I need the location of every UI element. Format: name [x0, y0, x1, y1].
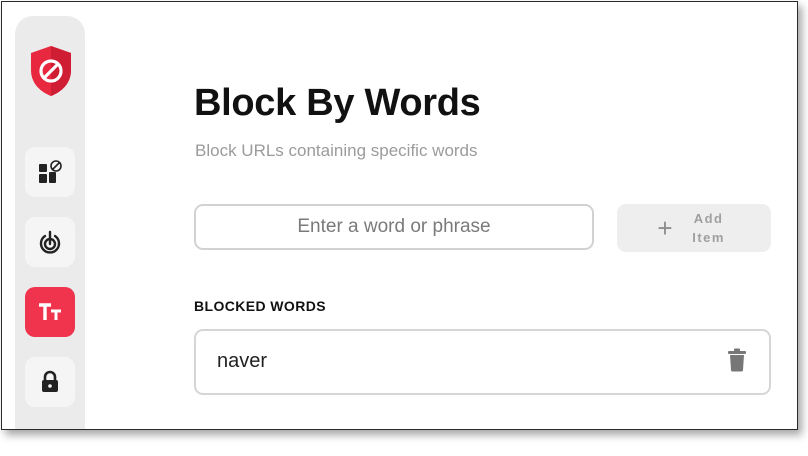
lock-icon — [39, 370, 61, 394]
blocked-words-heading: BLOCKED WORDS — [194, 298, 326, 314]
trash-icon[interactable] — [727, 348, 747, 372]
main-content: Block By Words Block URLs containing spe… — [194, 2, 797, 429]
sidebar-item-password[interactable] — [25, 357, 75, 407]
sidebar-item-block-apps[interactable] — [25, 147, 75, 197]
shield-block-icon — [27, 44, 75, 98]
focus-target-icon — [37, 229, 63, 255]
app-window: Block By Words Block URLs containing spe… — [1, 1, 798, 430]
sidebar-item-block-by-words[interactable] — [25, 287, 75, 337]
page-title: Block By Words — [194, 82, 481, 124]
list-item: naver — [194, 329, 771, 395]
plus-icon: + — [657, 213, 673, 243]
page-subtitle: Block URLs containing specific words — [195, 141, 478, 160]
blocked-word-text: naver — [217, 350, 268, 372]
block-apps-icon — [37, 159, 63, 185]
add-item-label: Add Item — [692, 211, 725, 245]
sidebar — [15, 16, 85, 429]
sidebar-item-focus[interactable] — [25, 217, 75, 267]
text-size-icon — [37, 301, 63, 323]
word-input[interactable] — [194, 204, 594, 250]
add-item-button[interactable]: + Add Item — [617, 204, 771, 252]
